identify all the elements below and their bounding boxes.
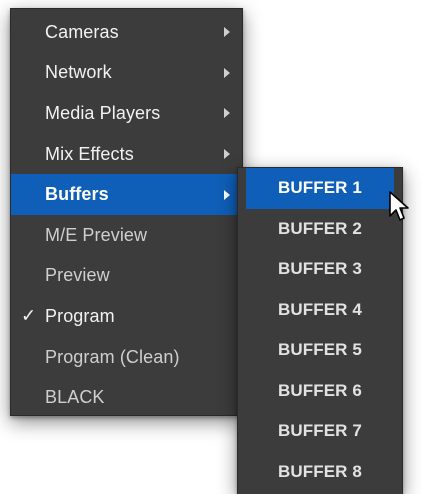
checkmark-icon: ✓ <box>21 305 37 326</box>
submenu-item-label: BUFFER 4 <box>278 299 362 319</box>
buffers-submenu: BUFFER 1 BUFFER 2 BUFFER 3 BUFFER 4 BUFF… <box>237 167 403 494</box>
chevron-right-icon <box>224 108 230 119</box>
menu-item-label: M/E Preview <box>45 224 148 245</box>
submenu-item-buffer-6[interactable]: BUFFER 6 <box>238 371 402 412</box>
menu-item-label: Buffers <box>45 184 109 205</box>
menu-item-preview[interactable]: Preview <box>11 256 242 297</box>
submenu-item-label: BUFFER 3 <box>278 259 362 279</box>
menu-item-me-preview[interactable]: M/E Preview <box>11 215 242 256</box>
submenu-item-buffer-4[interactable]: BUFFER 4 <box>238 290 402 331</box>
menu-item-label: Network <box>45 62 112 83</box>
menu-item-label: Cameras <box>45 21 119 42</box>
menu-item-cameras[interactable]: Cameras <box>11 12 242 53</box>
menu-item-label: Mix Effects <box>45 143 134 164</box>
menu-item-label: Program (Clean) <box>45 346 180 367</box>
submenu-item-buffer-3[interactable]: BUFFER 3 <box>238 249 402 290</box>
menu-item-media-players[interactable]: Media Players <box>11 93 242 134</box>
submenu-item-label: BUFFER 7 <box>278 421 362 441</box>
menu-item-label: Program <box>45 305 115 326</box>
menu-item-black[interactable]: BLACK <box>11 377 242 418</box>
submenu-item-label: BUFFER 6 <box>278 380 362 400</box>
mouse-pointer-icon <box>389 191 409 221</box>
submenu-item-label: BUFFER 5 <box>278 340 362 360</box>
chevron-right-icon <box>224 189 230 200</box>
menu-item-label: BLACK <box>45 387 105 408</box>
submenu-item-buffer-7[interactable]: BUFFER 7 <box>238 411 402 452</box>
submenu-item-buffer-2[interactable]: BUFFER 2 <box>238 209 402 250</box>
submenu-item-label: BUFFER 8 <box>278 461 362 481</box>
submenu-item-buffer-1[interactable]: BUFFER 1 <box>246 168 394 209</box>
chevron-right-icon <box>224 27 230 38</box>
submenu-item-label: BUFFER 2 <box>278 218 362 238</box>
menu-item-label: Media Players <box>45 102 161 123</box>
menu-item-program-clean[interactable]: Program (Clean) <box>11 337 242 378</box>
submenu-item-buffer-8[interactable]: BUFFER 8 <box>238 452 402 493</box>
chevron-right-icon <box>224 67 230 78</box>
menu-item-network[interactable]: Network <box>11 53 242 94</box>
menu-item-mix-effects[interactable]: Mix Effects <box>11 134 242 175</box>
menu-item-buffers[interactable]: Buffers <box>11 174 242 215</box>
submenu-item-label: BUFFER 1 <box>278 178 362 198</box>
context-menu: Cameras Network Media Players Mix Effect… <box>10 8 243 416</box>
menu-item-program[interactable]: ✓ Program <box>11 296 242 337</box>
chevron-right-icon <box>224 149 230 160</box>
submenu-item-buffer-5[interactable]: BUFFER 5 <box>238 330 402 371</box>
menu-item-label: Preview <box>45 265 110 286</box>
